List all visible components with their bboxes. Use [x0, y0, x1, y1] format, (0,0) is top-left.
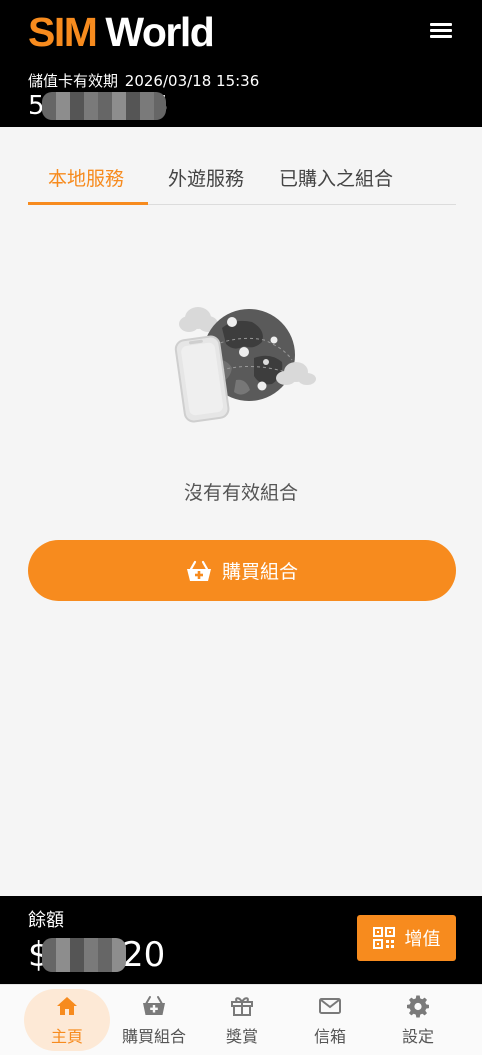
app-header: SIMWorld 儲值卡有效期 2026/03/18 15:36 5 5 [0, 0, 482, 127]
sim-world-logo: SIM World [28, 9, 215, 55]
tab-purchased-bundles[interactable]: 已購入之組合 [279, 164, 393, 191]
card-expiry: 儲值卡有效期 2026/03/18 15:36 [28, 70, 259, 91]
qr-code-icon [372, 927, 395, 949]
logo-sim-text: SIM [28, 9, 98, 55]
nav-buy-bundle[interactable]: 購買組合 [110, 985, 198, 1055]
service-tabs: 本地服務 外遊服務 已購入之組合 [28, 160, 456, 205]
mail-icon [319, 998, 341, 1014]
expiry-datetime: 2026/03/18 15:36 [124, 72, 260, 90]
card-number: 5 5 [28, 90, 168, 122]
balance-redaction [42, 938, 126, 972]
nav-inbox[interactable]: 信箱 [286, 985, 374, 1055]
gear-icon [407, 995, 429, 1018]
hamburger-menu-icon[interactable] [426, 18, 456, 44]
empty-bundles-message: 沒有有效組合 [183, 482, 298, 504]
tab-travel-services[interactable]: 外遊服務 [168, 164, 244, 191]
bottom-navigation: 主頁 購買組合 獎賞 信箱 設定 [0, 984, 482, 1055]
balance-label: 餘額 [28, 910, 64, 931]
home-icon [57, 997, 77, 1015]
nav-settings-label: 設定 [401, 1027, 434, 1046]
nav-settings[interactable]: 設定 [374, 985, 462, 1055]
nav-rewards-label: 獎賞 [225, 1027, 258, 1046]
nav-home[interactable]: 主頁 [23, 985, 111, 1055]
balance-value: $ 20 [28, 934, 178, 976]
balance-bar: 餘額 $ 20 增值 [0, 896, 482, 984]
phone-globe-illustration-icon [174, 300, 319, 430]
expiry-label: 儲值卡有效期 [28, 72, 119, 90]
nav-buy-bundle-label: 購買組合 [121, 1027, 186, 1046]
nav-home-label: 主頁 [50, 1027, 83, 1046]
basket-plus-icon [186, 560, 211, 581]
buy-bundle-label: 購買組合 [221, 561, 298, 583]
buy-bundle-button[interactable]: 購買組合 [28, 540, 456, 601]
card-number-redaction [42, 92, 166, 120]
balance-value-end: 20 [122, 935, 166, 975]
basket-plus-icon [143, 996, 165, 1015]
active-tab-indicator [28, 202, 148, 205]
top-up-button[interactable]: 增值 [357, 915, 456, 961]
tab-local-services[interactable]: 本地服務 [48, 164, 124, 191]
top-up-label: 增值 [404, 929, 441, 950]
gift-icon [231, 997, 253, 1016]
nav-inbox-label: 信箱 [313, 1027, 346, 1046]
nav-rewards[interactable]: 獎賞 [198, 985, 286, 1055]
logo-world-text: World [105, 9, 214, 55]
